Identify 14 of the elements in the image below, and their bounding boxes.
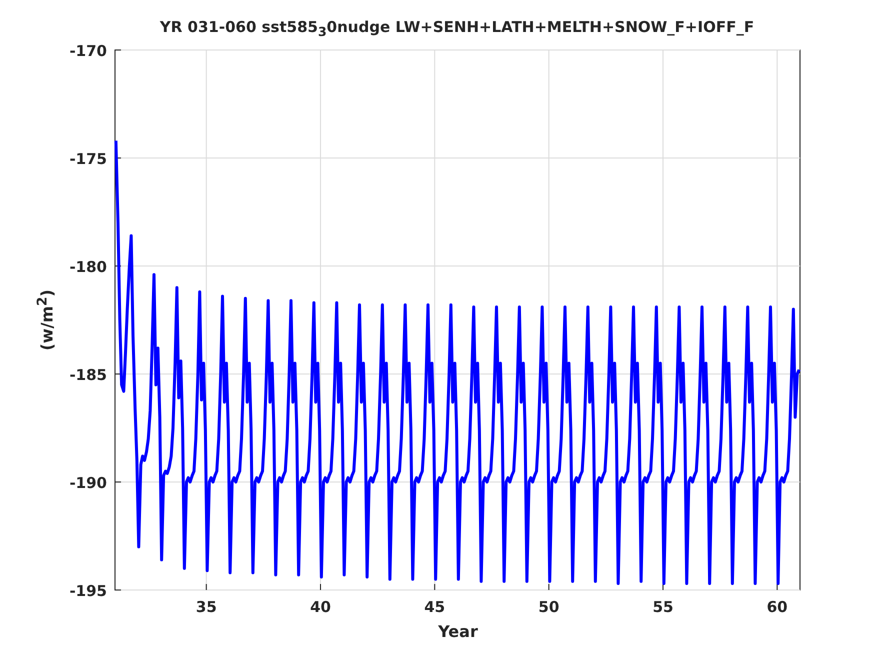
chart-title: YR 031-060 sst585$_{3}$0nudge LW+SENH+LATH+MELTH+SNOW_F+IOFF_F	[158, 18, 756, 39]
tick-label: 60	[766, 598, 788, 616]
tick-label: -185	[69, 366, 107, 384]
tick-label: 40	[310, 598, 331, 616]
tick-label: -175	[69, 150, 107, 168]
tick-label: -170	[69, 42, 107, 60]
tick-label: 50	[538, 598, 560, 616]
tick-label: 45	[424, 598, 446, 616]
tick-label: -180	[69, 258, 107, 276]
tick-label: -190	[69, 474, 107, 492]
axis-label: Year	[437, 622, 479, 641]
tick-label: -195	[69, 582, 107, 600]
tick-label: 55	[652, 598, 674, 616]
tick-label: 35	[196, 598, 217, 616]
